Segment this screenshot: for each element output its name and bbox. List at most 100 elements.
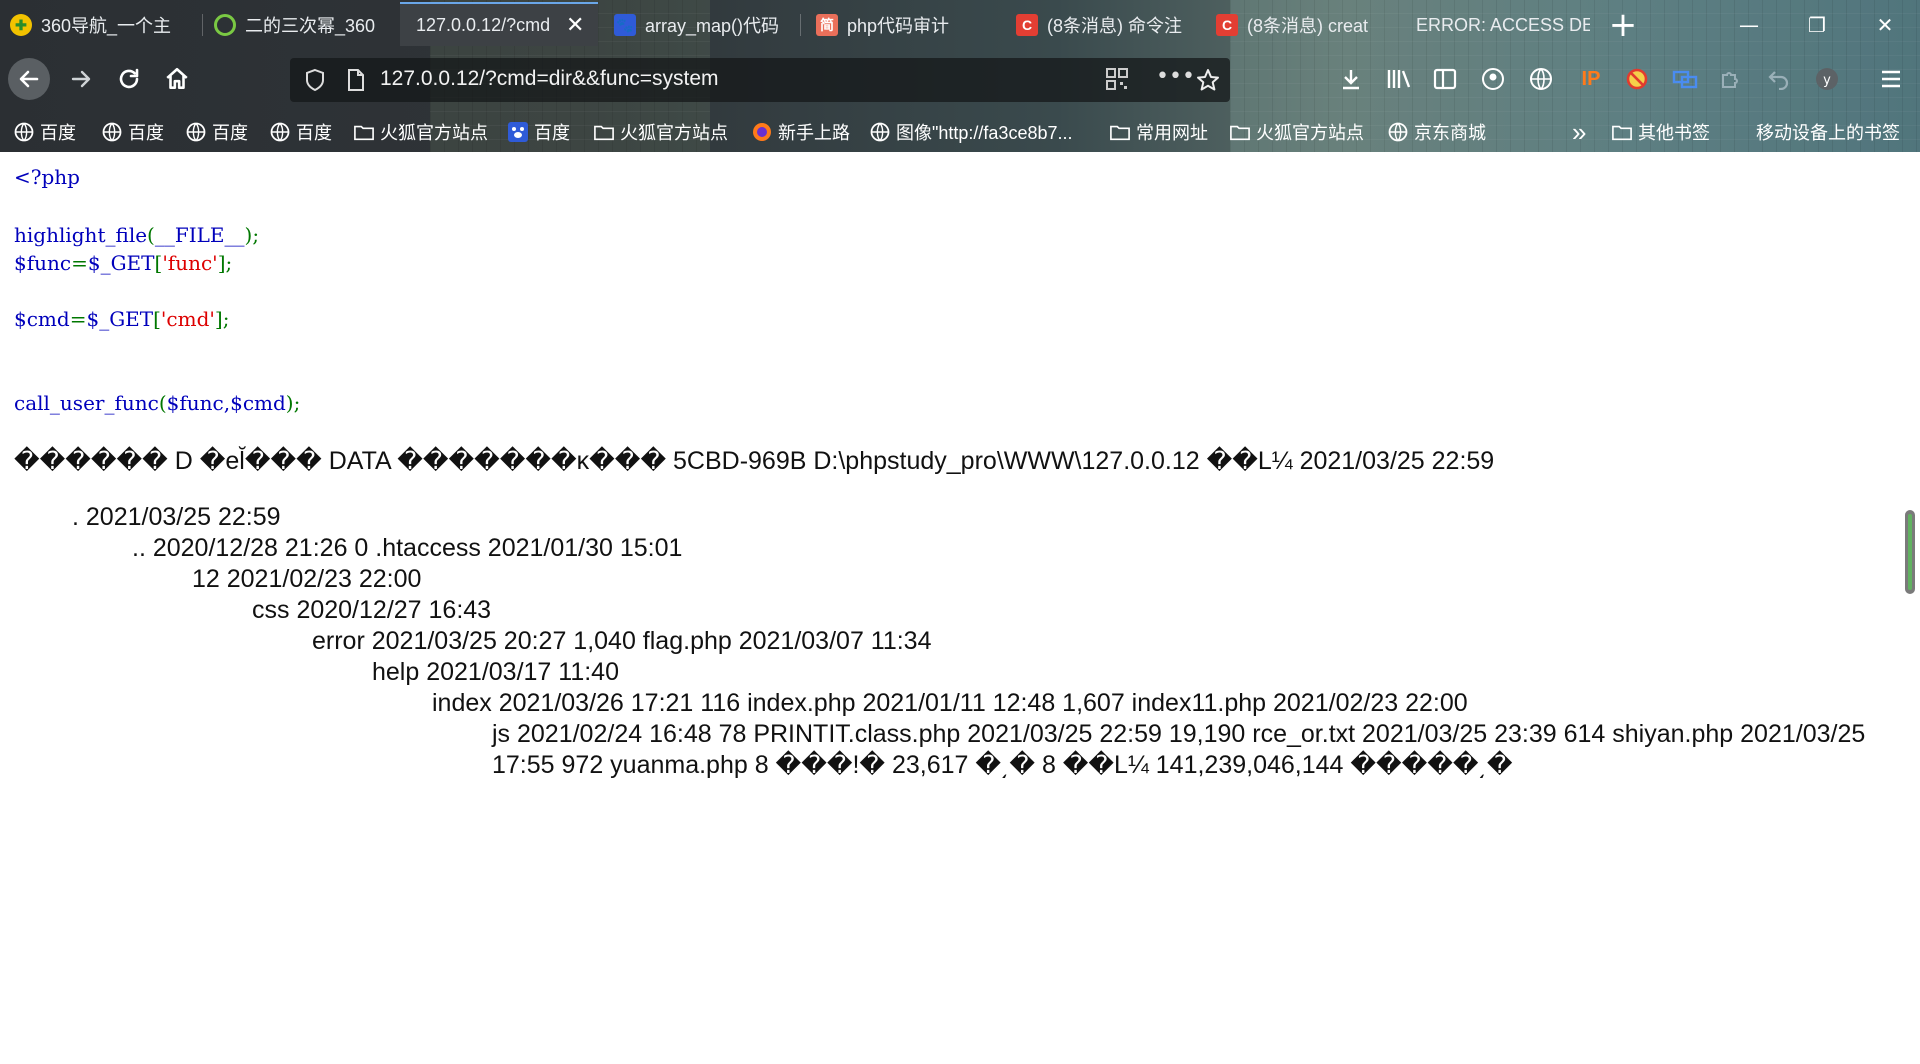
library-icon[interactable] [1384, 64, 1414, 94]
globe-extension-icon[interactable] [1526, 64, 1556, 94]
reload-button[interactable] [108, 58, 150, 100]
globe-icon [270, 122, 290, 142]
tab-active-localhost[interactable]: 127.0.0.12/?cmd ✕ [400, 2, 598, 46]
code-token: $_GET [87, 251, 155, 275]
bookmark-item[interactable]: 火狐官方站点 [594, 118, 728, 146]
tab-360-search[interactable]: 二的三次幂_360 [214, 4, 394, 46]
code-token: $func [14, 251, 72, 275]
home-button[interactable] [156, 58, 198, 100]
bookmark-label: 百度 [40, 123, 76, 143]
page-icon [346, 68, 366, 96]
globe-icon [14, 122, 34, 142]
bookmark-label: 百度 [534, 123, 570, 143]
code-token: __FILE__ [154, 223, 245, 247]
bookmark-item[interactable]: 京东商城 [1388, 118, 1486, 146]
back-button[interactable] [8, 58, 50, 100]
tab-csdn-2[interactable]: C (8条消息) creat [1216, 4, 1396, 46]
code-token: 'func' [162, 251, 218, 275]
reload-icon [119, 68, 139, 89]
tab-divider [800, 14, 801, 36]
dir-output-line: help 2021/03/17 11:40 [372, 658, 619, 686]
arrow-right-icon [71, 70, 91, 88]
sidebar-icon[interactable] [1430, 64, 1460, 94]
minimize-button[interactable]: — [1726, 6, 1772, 44]
code-token: $func,$cmd [166, 391, 286, 415]
ip-extension-icon[interactable]: IP [1576, 64, 1606, 94]
tab-array-map[interactable]: 🐾 array_map()代码 [614, 4, 794, 46]
tab-label: 127.0.0.12/?cmd [416, 14, 551, 35]
tab-label: php代码审计 [847, 16, 950, 36]
bookmark-label: 新手上路 [778, 123, 850, 143]
php-open-tag: <?php [14, 165, 80, 189]
jianshu-icon: 简 [816, 14, 838, 36]
tab-label: (8条消息) creat [1247, 16, 1369, 36]
tab-php-audit[interactable]: 简 php代码审计 [816, 4, 996, 46]
new-tab-button[interactable]: + [1600, 5, 1646, 45]
bookmark-item[interactable]: 常用网址 [1110, 118, 1208, 146]
home-icon [166, 67, 188, 89]
code-line-call-user-func: call_user_func($func,$cmd); [14, 390, 300, 416]
code-token: $cmd [14, 307, 70, 331]
profile-extension-icon[interactable]: y [1812, 64, 1842, 94]
block-extension-icon[interactable] [1622, 64, 1652, 94]
tab-360-nav[interactable]: ✚ 360导航_一个主 [10, 4, 200, 46]
account-icon[interactable] [1478, 64, 1508, 94]
tab-divider [202, 14, 203, 36]
tab-label: (8条消息) 命令注 [1047, 16, 1182, 36]
star-bookmark-icon[interactable] [1196, 68, 1220, 96]
bookmark-label: 图像"http://fa3ce8b7... [896, 123, 1073, 143]
puzzle-extension-icon[interactable] [1716, 64, 1746, 94]
navigation-toolbar: 127.0.0.12/?cmd=dir&&func=system ••• IP [0, 50, 1920, 110]
page-actions-icon[interactable]: ••• [1156, 64, 1195, 89]
address-bar[interactable]: 127.0.0.12/?cmd=dir&&func=system ••• [290, 58, 1230, 102]
shield-icon[interactable] [304, 68, 326, 96]
bookmark-item[interactable]: 百度 [186, 118, 248, 146]
code-token: [ [153, 307, 161, 331]
svg-text:y: y [1823, 73, 1831, 88]
globe-icon [870, 122, 890, 142]
download-icon[interactable] [1336, 64, 1366, 94]
close-tab-icon[interactable]: ✕ [566, 12, 584, 38]
other-bookmarks-folder[interactable]: 其他书签 [1612, 118, 1710, 146]
forward-button[interactable] [60, 58, 102, 100]
qr-code-icon[interactable] [1106, 68, 1128, 94]
bookmark-item[interactable]: 百度 [14, 118, 76, 146]
bookmark-item[interactable]: 火狐官方站点 [1230, 118, 1364, 146]
bookmark-item[interactable]: 火狐官方站点 [354, 118, 488, 146]
bookmark-label: 京东商城 [1414, 123, 1486, 143]
code-token: 'cmd' [160, 307, 215, 331]
mobile-bookmarks-folder[interactable]: 移动设备上的书签 [1756, 118, 1900, 146]
bookmark-item[interactable]: 新手上路 [752, 118, 850, 146]
baidu-paw-icon: 🐾 [614, 14, 636, 36]
csdn-icon: C [1016, 14, 1038, 36]
hamburger-menu-icon[interactable] [1876, 64, 1906, 94]
code-token: ]; [217, 251, 233, 275]
maximize-button[interactable]: ❐ [1794, 6, 1840, 44]
bookmarks-overflow-icon[interactable]: » [1572, 117, 1586, 147]
tab-label: array_map()代码 [645, 16, 780, 36]
tab-label: 二的三次幂_360 [245, 16, 376, 36]
undo-extension-icon[interactable] [1764, 64, 1794, 94]
bookmark-label: 百度 [212, 123, 248, 143]
code-token: $_GET [86, 307, 154, 331]
code-token: call_user_func [14, 391, 159, 415]
bookmark-item[interactable]: 图像"http://fa3ce8b7... [870, 118, 1072, 146]
bookmark-item[interactable]: 百度 [508, 118, 570, 146]
globe-icon [1388, 122, 1408, 142]
globe-icon [186, 122, 206, 142]
bookmark-item[interactable]: 百度 [102, 118, 164, 146]
browser-chrome: ✚ 360导航_一个主 二的三次幂_360 127.0.0.12/?cmd ✕ … [0, 0, 1920, 152]
code-token: ( [158, 391, 167, 415]
dir-output-header: ������ D �el̆��� DATA �������ĸ��� 5CBD-9… [14, 447, 1495, 475]
tab-csdn-1[interactable]: C (8条消息) 命令注 [1016, 4, 1196, 46]
bookmark-item[interactable]: 百度 [270, 118, 332, 146]
close-window-button[interactable]: ✕ [1862, 6, 1908, 44]
vertical-scrollbar-thumb[interactable] [1905, 510, 1915, 594]
tab-label: 360导航_一个主 [41, 16, 172, 36]
360-search-icon [214, 14, 236, 36]
tab-error[interactable]: ERROR: ACCESS DE [1416, 4, 1590, 46]
bookmark-label: 百度 [296, 123, 332, 143]
dir-output-line: 12 2021/02/23 22:00 [192, 565, 422, 593]
dir-output-line: .. 2020/12/28 21:26 0 .htaccess 2021/01/… [132, 534, 683, 562]
sync-extension-icon[interactable] [1670, 64, 1700, 94]
